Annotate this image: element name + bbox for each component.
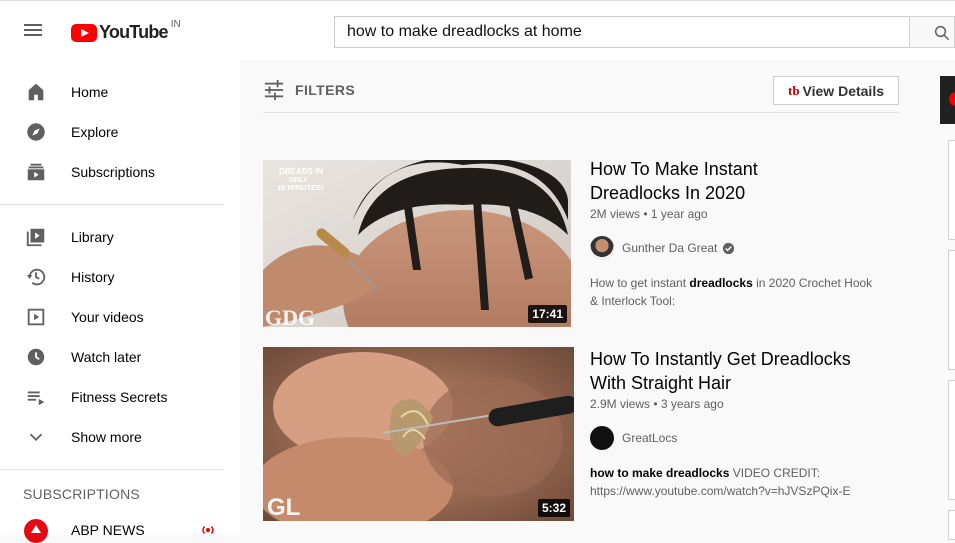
filters-divider xyxy=(263,112,899,113)
video-metadata: 2M views • 1 year ago xyxy=(590,207,708,221)
sidebar-item-history[interactable]: History xyxy=(0,257,240,297)
search-box[interactable] xyxy=(334,16,910,48)
video-title-line: Dreadlocks In 2020 xyxy=(590,183,746,203)
view-details-button[interactable]: tb View Details xyxy=(773,76,899,105)
sidebar-item-label: Explore xyxy=(71,124,119,140)
channel-link[interactable]: GreatLocs xyxy=(590,426,677,450)
sidebar-item-your-videos[interactable]: Your videos xyxy=(0,297,240,337)
playlist-icon xyxy=(24,385,48,409)
sidebar-item-label: Fitness Secrets xyxy=(71,389,168,405)
view-count: 2M views xyxy=(590,207,641,221)
subscriptions-heading: SUBSCRIPTIONS xyxy=(23,486,140,502)
desc-text: VIDEO CREDIT: xyxy=(729,466,821,480)
your-videos-icon xyxy=(24,305,48,329)
svg-text:10 MINUTES!: 10 MINUTES! xyxy=(277,183,324,192)
channel-link[interactable]: Gunther Da Great xyxy=(590,236,735,260)
filters-button[interactable]: FILTERS xyxy=(263,80,355,100)
upload-age: 3 years ago xyxy=(660,397,724,411)
sidebar-item-label: Your videos xyxy=(71,309,144,325)
sidebar-item-label: Show more xyxy=(71,429,142,445)
channel-avatar xyxy=(590,236,614,260)
verified-icon xyxy=(723,242,735,254)
channel-avatar xyxy=(24,519,48,543)
video-title-line: With Straight Hair xyxy=(590,373,732,393)
view-count: 2.9M views xyxy=(590,397,651,411)
sidebar-item-label: Subscriptions xyxy=(71,164,156,180)
country-code: IN xyxy=(170,19,181,30)
channel-avatar xyxy=(590,426,614,450)
chevron-down-icon xyxy=(24,425,48,449)
clock-icon xyxy=(24,345,48,369)
video-thumbnail[interactable]: GL 5:32 xyxy=(263,347,574,521)
logo-text: YouTube xyxy=(99,22,169,42)
desc-keyword: how to make dreadlocks xyxy=(590,466,730,480)
channel-name: Gunther Da Great xyxy=(622,241,718,255)
video-title-line: How To Make Instant xyxy=(590,159,758,179)
video-description: How to get instant dreadlocks in 2020 Cr… xyxy=(590,274,900,310)
upload-age: 1 year ago xyxy=(650,207,708,221)
compass-icon xyxy=(24,120,48,144)
video-metadata: 2.9M views • 3 years ago xyxy=(590,397,724,411)
menu-icon[interactable] xyxy=(24,22,46,40)
sidebar-item-library[interactable]: Library xyxy=(0,217,240,257)
desc-link: https://www.youtube.com/watch?v=hJVSzPQi… xyxy=(590,484,851,498)
subscriptions-icon xyxy=(24,160,48,184)
ad-panel-edge xyxy=(940,76,955,124)
desc-keyword: dreadlocks xyxy=(689,276,753,290)
filter-icon xyxy=(264,80,284,100)
sidebar-divider xyxy=(0,469,224,470)
sidebar-item-show-more[interactable]: Show more xyxy=(0,417,240,457)
thumbnail-image: DREADS IN ONLY 10 MINUTES! GDG xyxy=(263,160,571,327)
history-icon xyxy=(24,265,48,289)
side-panel-edge xyxy=(948,140,955,540)
top-bar: YouTube IN xyxy=(0,0,955,60)
desc-text: How to get instant xyxy=(590,276,690,290)
sidebar-item-label: History xyxy=(71,269,115,285)
desc-text: & Interlock Tool: xyxy=(590,294,676,308)
youtube-play-icon xyxy=(71,23,97,42)
youtube-logo[interactable]: YouTube IN xyxy=(71,19,181,43)
home-icon xyxy=(24,80,48,104)
sidebar-item-watch-later[interactable]: Watch later xyxy=(0,337,240,377)
sidebar-item-subscriptions[interactable]: Subscriptions xyxy=(0,152,240,192)
subscription-name: ABP NEWS xyxy=(71,522,145,538)
search-input[interactable] xyxy=(335,17,909,47)
thumbnail-watermark: GDG xyxy=(265,305,315,327)
video-duration: 5:32 xyxy=(537,499,570,517)
sidebar-item-fitness-secrets[interactable]: Fitness Secrets xyxy=(0,377,240,417)
video-title[interactable]: How To Instantly Get Dreadlocks With Str… xyxy=(590,347,910,395)
video-description: how to make dreadlocks VIDEO CREDIT: htt… xyxy=(590,464,900,500)
search-button[interactable] xyxy=(909,16,955,48)
sidebar-divider xyxy=(0,204,224,205)
video-title[interactable]: How To Make Instant Dreadlocks In 2020 xyxy=(590,157,890,205)
subscription-item-abp-news[interactable]: ABP NEWS xyxy=(0,513,240,543)
thumbnail-overlay-text: DREADS IN xyxy=(279,167,323,176)
view-details-label: View Details xyxy=(802,82,884,99)
tubebuddy-icon: tb xyxy=(787,82,800,98)
top-border xyxy=(0,0,955,4)
desc-text: in 2020 Crochet Hook xyxy=(752,276,873,290)
video-duration: 17:41 xyxy=(528,305,567,323)
channel-name: GreatLocs xyxy=(622,431,678,445)
library-icon xyxy=(24,225,48,249)
sidebar-item-label: Watch later xyxy=(71,349,142,365)
sidebar-item-label: Home xyxy=(71,84,109,100)
sidebar-item-label: Library xyxy=(71,229,114,245)
sidebar-item-home[interactable]: Home xyxy=(0,72,240,112)
sidebar: Home Explore Subscriptions Library Histo… xyxy=(0,60,240,543)
live-icon xyxy=(202,525,214,535)
thumbnail-image: GL xyxy=(263,347,574,521)
sidebar-item-explore[interactable]: Explore xyxy=(0,112,240,152)
video-thumbnail[interactable]: DREADS IN ONLY 10 MINUTES! GDG 17:41 xyxy=(263,160,571,327)
filters-label: FILTERS xyxy=(295,82,356,98)
video-title-line: How To Instantly Get Dreadlocks xyxy=(590,349,851,369)
thumbnail-watermark: GL xyxy=(267,494,300,521)
search-icon xyxy=(934,25,950,41)
